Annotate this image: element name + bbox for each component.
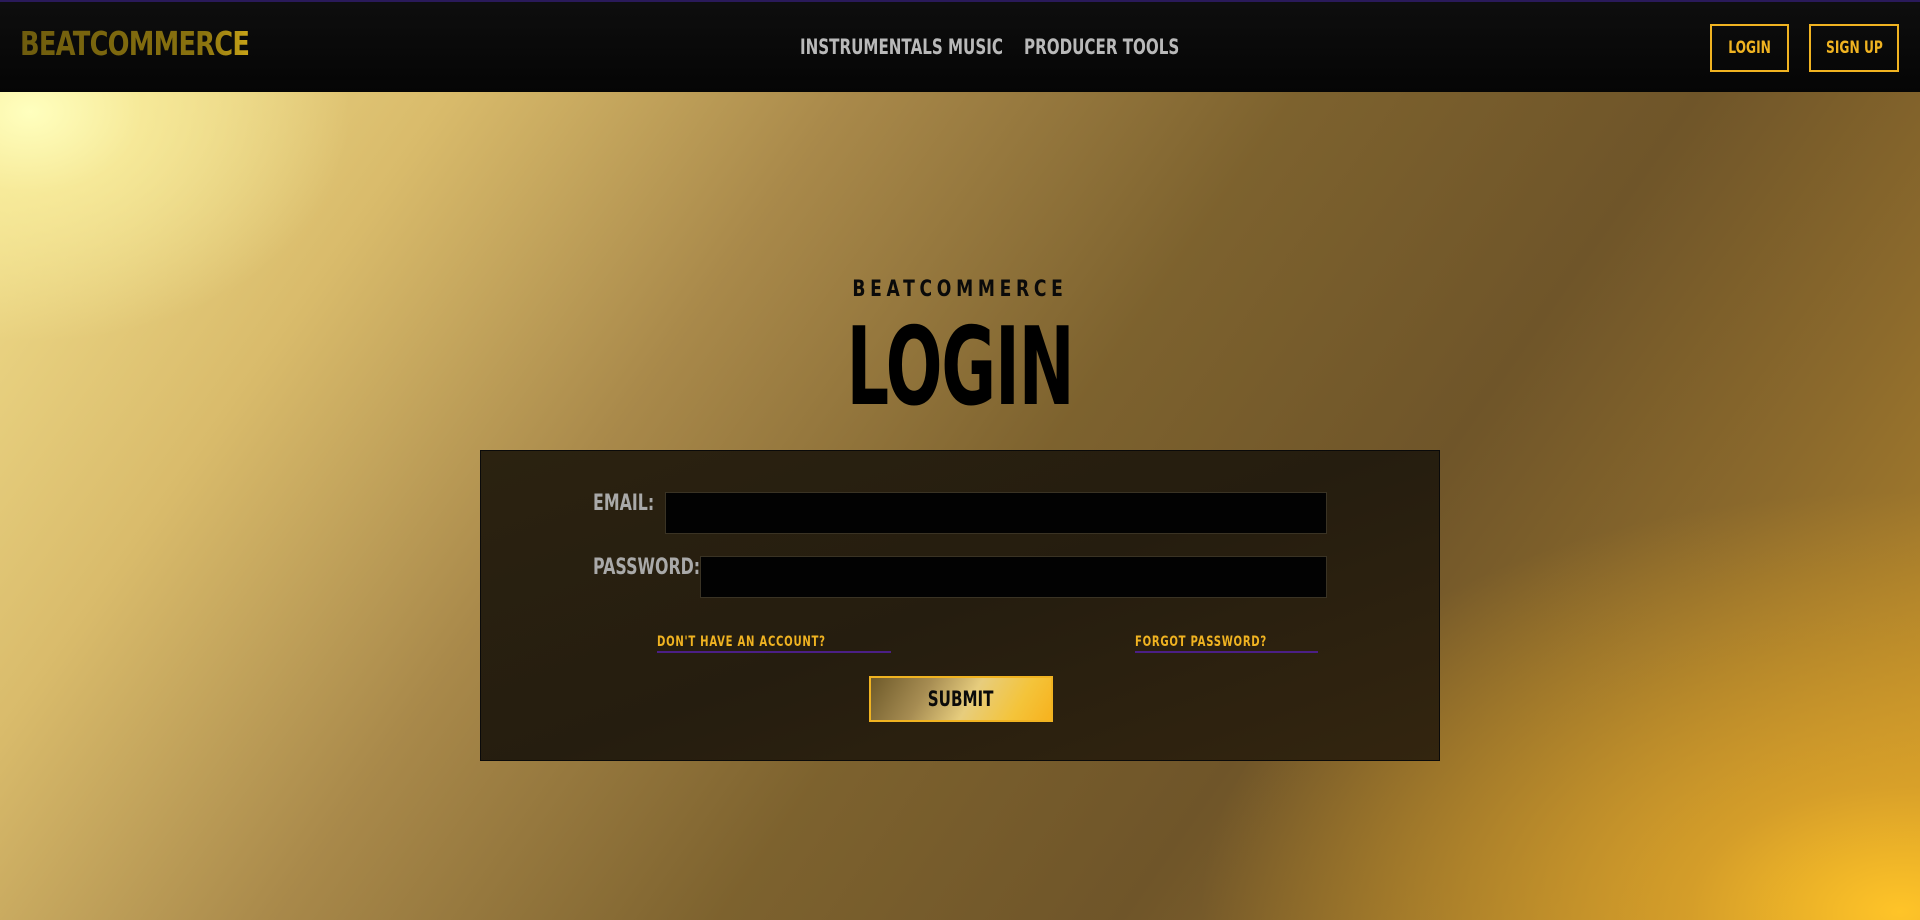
login-button-label: LOGIN (1728, 38, 1771, 58)
signup-link[interactable]: DON'T HAVE AN ACCOUNT? (657, 634, 892, 653)
password-label-text: PASSWORD: (593, 555, 701, 580)
signup-button-label: SIGN UP (1825, 38, 1883, 58)
nav-link-instrumentals[interactable]: INSTRUMENTALS (800, 35, 943, 59)
submit-button-label: SUBMIT (928, 687, 994, 711)
brand-heading-text: BEATCOMMERCE (852, 277, 1068, 302)
login-form: EMAIL: PASSWORD: DON'T HAVE AN ACCOUNT? … (480, 450, 1440, 761)
page-title: LOGIN (0, 312, 1920, 424)
login-button[interactable]: LOGIN (1710, 24, 1789, 72)
brand-heading: BEATCOMMERCE (0, 277, 1920, 302)
password-field[interactable] (700, 556, 1327, 598)
email-label-text: EMAIL: (593, 491, 655, 516)
top-navbar: BEATCOMMERCE INSTRUMENTALS MUSIC PRODUCE… (0, 0, 1920, 92)
nav-link-producer-tools[interactable]: PRODUCER TOOLS (1024, 35, 1179, 59)
forgot-password-link[interactable]: FORGOT PASSWORD? (1135, 634, 1319, 653)
forgot-password-link-text: FORGOT PASSWORD? (1135, 634, 1267, 650)
site-logo[interactable]: BEATCOMMERCE (20, 24, 250, 63)
signup-link-text: DON'T HAVE AN ACCOUNT? (657, 634, 826, 650)
email-field[interactable] (665, 492, 1327, 534)
page-title-text: LOGIN (846, 305, 1075, 430)
submit-button[interactable]: SUBMIT (869, 676, 1053, 722)
nav-link-music[interactable]: MUSIC (948, 35, 1003, 59)
signup-button[interactable]: SIGN UP (1809, 24, 1899, 72)
